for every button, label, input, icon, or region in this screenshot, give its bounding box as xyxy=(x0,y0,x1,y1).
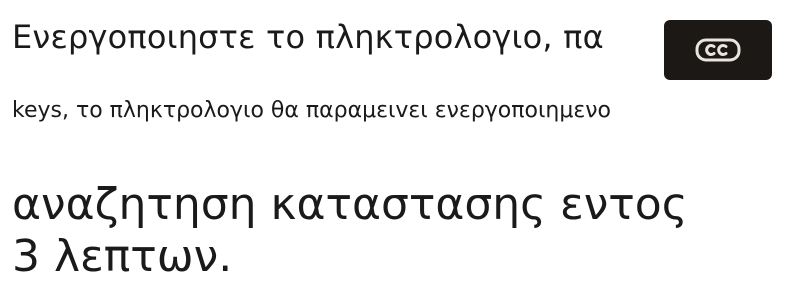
caption-line-4: 3 λεπτων. xyxy=(12,234,233,280)
closed-captions-icon xyxy=(695,38,741,62)
closed-captions-button[interactable] xyxy=(664,20,772,80)
caption-line-1: Ενεργοποιηστε το πληκτρολογιο, πα xyxy=(12,18,604,56)
caption-line-2: keys, το πληκτρολογιο θα παραμειvει ενερ… xyxy=(12,98,611,123)
caption-line-3: αναζητηση καταστασης εντος xyxy=(12,179,688,230)
